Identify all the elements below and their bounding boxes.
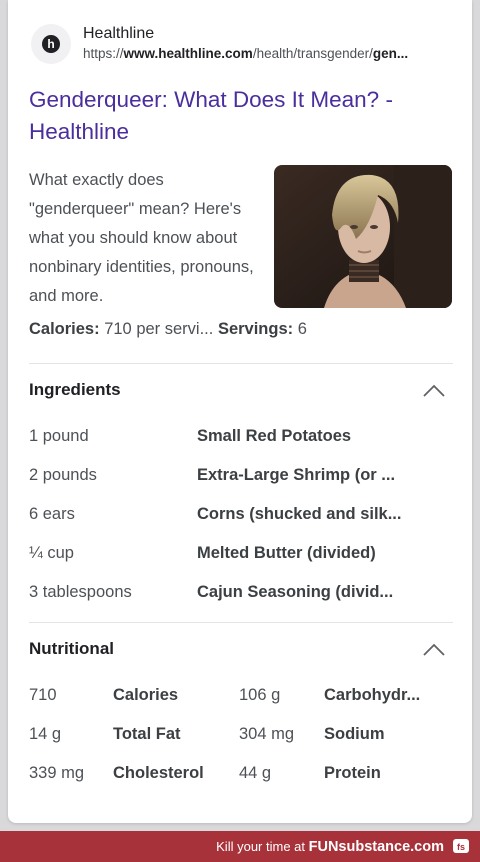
nutrition-value: 14 g [29, 725, 62, 743]
ingredient-qty: 3 tablespoons [29, 583, 132, 601]
fs-logo-icon: fs [453, 839, 469, 853]
nutrition-value: 304 mg [239, 725, 295, 743]
servings-value: 6 [297, 320, 307, 338]
calories-label: Calories: [29, 320, 100, 338]
nutrition-label: Protein [324, 764, 381, 782]
ingredient-qty: 2 pounds [29, 466, 97, 484]
watermark-footer: Kill your time at FUNsubstance.com fs [0, 831, 480, 862]
result-thumbnail[interactable] [274, 165, 452, 308]
nutrition-label: Cholesterol [113, 764, 204, 782]
divider [29, 622, 453, 623]
calories-value: 710 per servi... [104, 320, 214, 338]
nutrition-value: 106 g [239, 686, 281, 704]
ingredients-heading: Ingredients [29, 380, 121, 399]
ingredient-qty: 6 ears [29, 505, 75, 523]
nutrition-value: 44 g [239, 764, 272, 782]
recipe-meta: Calories: 710 per servi... Servings: 6 [29, 320, 307, 339]
ingredient-name: Corns (shucked and silk... [197, 505, 402, 523]
site-header[interactable]: h Healthline https://www.healthline.com/… [31, 24, 463, 64]
ingredient-row: 1 pound Small Red Potatoes [29, 427, 449, 466]
ingredient-row: 6 ears Corns (shucked and silk... [29, 505, 449, 544]
ingredient-row: 3 tablespoons Cajun Seasoning (divid... [29, 583, 449, 622]
nutrition-value: 710 [29, 686, 57, 704]
result-title-link[interactable]: Genderqueer: What Does It Mean? - Health… [29, 84, 449, 148]
nutritional-heading: Nutritional [29, 639, 114, 658]
nutrition-value: 339 mg [29, 764, 85, 782]
chevron-up-icon[interactable] [423, 384, 445, 398]
site-name: Healthline [83, 25, 155, 42]
servings-label: Servings: [217, 320, 294, 338]
ingredient-row: 2 pounds Extra-Large Shrimp (or ... [29, 466, 449, 505]
chevron-up-icon[interactable] [423, 643, 445, 657]
ingredient-qty: 1 pound [29, 427, 89, 445]
result-snippet: What exactly does "genderqueer" mean? He… [29, 171, 254, 305]
ingredient-name: Small Red Potatoes [197, 427, 352, 445]
watermark-text: Kill your time at FUNsubstance.com [216, 839, 444, 855]
nutrition-label: Total Fat [113, 725, 181, 743]
search-result-card: h Healthline https://www.healthline.com/… [8, 0, 472, 823]
nutrition-label: Carbohydr... [324, 686, 421, 704]
ingredient-qty: ¼ cup [29, 544, 74, 562]
ingredient-row: ¼ cup Melted Butter (divided) [29, 544, 449, 583]
svg-text:fs: fs [457, 842, 465, 852]
ingredient-name: Extra-Large Shrimp (or ... [197, 466, 396, 484]
divider [29, 363, 453, 364]
nutrition-label: Calories [113, 686, 179, 704]
healthline-favicon-icon: h [31, 24, 71, 64]
site-url[interactable]: https://www.healthline.com/health/transg… [83, 44, 463, 64]
ingredient-name: Cajun Seasoning (divid... [197, 583, 394, 601]
nutrition-label: Sodium [324, 725, 385, 743]
ingredient-name: Melted Butter (divided) [197, 544, 376, 562]
